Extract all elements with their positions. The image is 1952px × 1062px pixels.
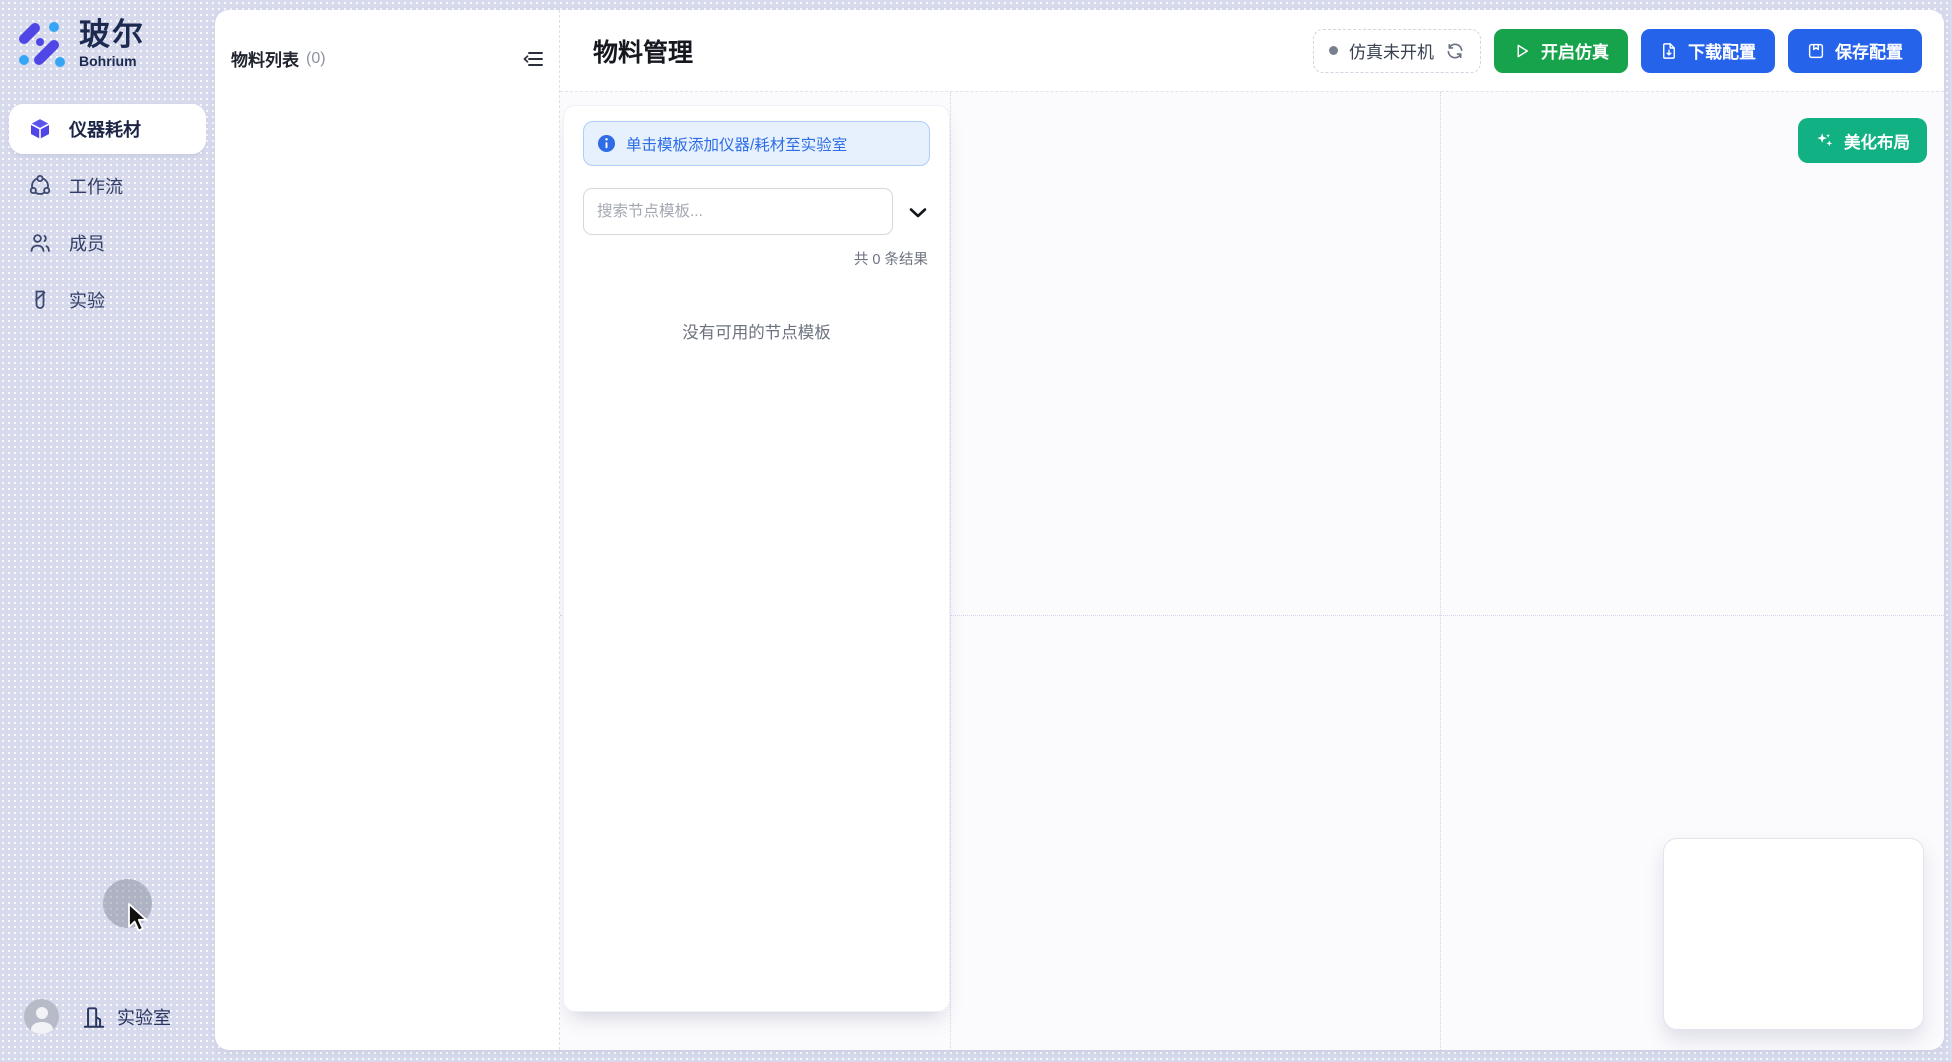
bohrium-logo-icon [14,18,66,70]
sparkles-icon [1815,131,1834,150]
sidebar-item-label: 工作流 [69,173,123,199]
empty-templates-message: 没有可用的节点模板 [583,319,930,343]
template-hint-text: 单击模板添加仪器/耗材至实验室 [626,133,847,155]
workspace-switcher[interactable]: 实验室 [81,1004,171,1030]
sidebar-nav: 仪器耗材 工作流 成员 [9,104,206,332]
canvas-minimap[interactable] [1663,838,1924,1030]
sidebar-item-members[interactable]: 成员 [9,218,206,268]
building-icon [81,1004,107,1030]
canvas-gridline [1440,92,1441,1050]
beautify-layout-label: 美化布局 [1844,129,1910,153]
beautify-layout-button[interactable]: 美化布局 [1798,118,1927,163]
sidebar-item-workflow[interactable]: 工作流 [9,161,206,211]
test-tube-icon [28,288,52,312]
collapse-panel-button[interactable] [521,47,545,71]
brand-subtitle: Bohrium [79,53,145,69]
play-icon [1513,42,1531,60]
brand-name: 玻尔 [79,18,145,52]
workflow-icon [28,174,52,198]
page-header: 物料管理 仿真未开机 [560,10,1944,92]
material-list-title: 物料列表 [231,46,299,71]
info-icon [597,134,616,153]
file-download-icon [1660,42,1678,60]
save-icon [1807,42,1825,60]
cube-icon [28,117,52,141]
sidebar-item-label: 成员 [69,230,105,256]
template-search-input[interactable] [583,188,893,235]
material-list-panel: 物料列表 (0) [215,10,560,1050]
status-label: 仿真未开机 [1349,38,1434,63]
results-count: 共 0 条结果 [583,248,930,269]
simulation-status-pill: 仿真未开机 [1313,29,1481,73]
brand-logo: 玻尔 Bohrium [14,18,145,70]
node-template-panel: 单击模板添加仪器/耗材至实验室 共 0 条结果 没有可用的节点模板 [563,105,950,1012]
start-simulation-label: 开启仿真 [1541,38,1609,63]
start-simulation-button[interactable]: 开启仿真 [1494,29,1628,73]
material-list-header: 物料列表 (0) [215,10,559,71]
sidebar-item-experiments[interactable]: 实验 [9,275,206,325]
content-card: 物料列表 (0) 物料管理 仿 [215,10,1944,1050]
canvas-gridline [950,92,951,1050]
user-avatar[interactable] [24,999,59,1034]
save-config-label: 保存配置 [1835,38,1903,63]
download-config-button[interactable]: 下载配置 [1641,29,1775,73]
sidebar-footer: 实验室 [24,999,171,1034]
mouse-cursor [126,902,150,939]
material-list-count: (0) [306,50,326,68]
workspace-label: 实验室 [117,1004,171,1030]
sidebar-item-label: 仪器耗材 [69,116,141,142]
header-actions: 仿真未开机 [1313,29,1922,73]
main-area: 物料管理 仿真未开机 [560,10,1944,1050]
template-hint-banner: 单击模板添加仪器/耗材至实验室 [583,121,930,166]
status-dot-icon [1329,46,1338,55]
page-title: 物料管理 [593,33,693,69]
sidebar-item-instruments[interactable]: 仪器耗材 [9,104,206,154]
template-search-row [583,188,930,235]
chevron-down-icon[interactable] [906,200,930,224]
download-config-label: 下载配置 [1688,38,1756,63]
workflow-canvas[interactable]: 单击模板添加仪器/耗材至实验室 共 0 条结果 没有可用的节点模板 [560,92,1944,1050]
save-config-button[interactable]: 保存配置 [1788,29,1922,73]
app-screen: 玻尔 Bohrium 仪器耗材 工作流 [0,0,1952,1062]
refresh-icon[interactable] [1445,41,1465,61]
sidebar-item-label: 实验 [69,287,105,313]
members-icon [28,231,52,255]
brand-text: 玻尔 Bohrium [79,18,145,69]
